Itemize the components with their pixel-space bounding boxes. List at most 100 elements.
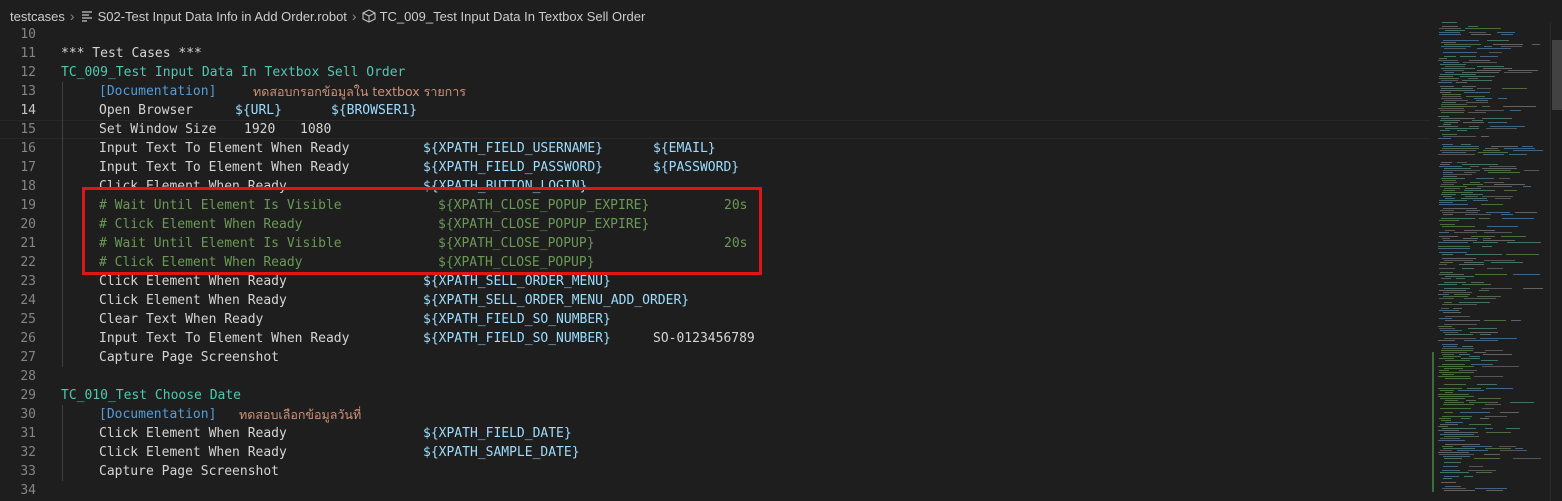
minimap-line <box>1459 354 1470 355</box>
minimap-line <box>1483 238 1491 239</box>
code-line[interactable]: 22 # Click Element When Ready ${XPATH_CLOS… <box>0 253 1430 272</box>
minimap-line <box>1484 454 1500 455</box>
code-line[interactable]: 14 Open Browser ${URL} ${BROWSER1} <box>0 101 1430 120</box>
minimap-line <box>1486 128 1517 129</box>
code-line[interactable]: 12 TC_009_Test Input Data In Textbox Sell… <box>0 63 1430 82</box>
code-line[interactable]: 27 Capture Page Screenshot <box>0 348 1430 367</box>
scrollbar-thumb[interactable] <box>1552 40 1562 110</box>
code-line[interactable]: 19 # Wait Until Element Is Visible ${XPATH… <box>0 196 1430 215</box>
minimap-line <box>1506 254 1539 255</box>
minimap-line <box>1441 68 1475 69</box>
minimap-line <box>1468 78 1478 79</box>
code-line[interactable]: 25 Clear Text When Ready ${XPATH_FIELD_SO_… <box>0 310 1430 329</box>
code-line[interactable]: 11 *** Test Cases *** <box>0 44 1430 63</box>
minimap-line <box>1441 46 1471 47</box>
code-line[interactable]: 10 <box>0 25 1430 44</box>
minimap-line <box>1438 60 1458 61</box>
minimap-line <box>1444 458 1462 459</box>
minimap-line <box>1444 338 1476 339</box>
code-line[interactable]: 23 Click Element When Ready ${XPATH_SELL_O… <box>0 272 1430 291</box>
minimap-line <box>1465 254 1502 255</box>
minimap-line <box>1439 78 1459 79</box>
keyword: Input Text To Element When Ready <box>99 331 350 346</box>
minimap-line <box>1458 390 1484 391</box>
minimap-line <box>1442 344 1458 345</box>
minimap-line <box>1440 272 1453 273</box>
code-line[interactable]: 34 <box>0 481 1430 500</box>
code-line[interactable]: 20 # Click Element When Ready ${XPATH_CLOS… <box>0 215 1430 234</box>
keyword-argument: ${XPATH_FIELD_DATE} <box>423 426 572 441</box>
line-number: 33 <box>20 464 36 479</box>
minimap-line <box>1438 138 1451 139</box>
minimap-line <box>1501 46 1522 47</box>
minimap-line <box>1487 40 1509 41</box>
minimap-line <box>1485 404 1501 405</box>
minimap-line <box>1474 98 1492 99</box>
code-line[interactable]: 21 # Wait Until Element Is Visible ${XPATH… <box>0 234 1430 253</box>
code-line[interactable]: 28 <box>0 367 1430 386</box>
code-line[interactable]: 26 Input Text To Element When Ready ${XPAT… <box>0 329 1430 348</box>
code-line[interactable]: 17 Input Text To Element When Ready ${XPAT… <box>0 158 1430 177</box>
keyword-argument: ${XPATH_FIELD_PASSWORD} <box>423 160 604 175</box>
test-case-name: TC_010_Test Choose Date <box>61 388 242 403</box>
keyword: Capture Page Screenshot <box>99 464 280 479</box>
minimap-line <box>1481 204 1503 205</box>
code-line[interactable]: 30 [Documentation] ทดสอบเลือกข้อมูลวันที่ <box>0 405 1430 424</box>
minimap-line <box>1441 308 1449 309</box>
minimap-line <box>1469 402 1498 403</box>
minimap-line <box>1444 302 1452 303</box>
minimap-line <box>1473 200 1488 201</box>
minimap-line <box>1442 364 1465 365</box>
minimap-line <box>1457 162 1467 163</box>
code-line[interactable]: 31 Click Element When Ready ${XPATH_FIELD_… <box>0 424 1430 443</box>
minimap-line <box>1444 168 1471 169</box>
line-number: 17 <box>20 160 36 175</box>
minimap-line <box>1468 112 1486 113</box>
code-line[interactable]: 16 Input Text To Element When Ready ${XPAT… <box>0 139 1430 158</box>
minimap-line <box>1482 246 1492 247</box>
minimap-line <box>1497 32 1515 33</box>
code-line[interactable]: 24 Click Element When Ready ${XPATH_SELL_O… <box>0 291 1430 310</box>
minimap-line <box>1438 246 1470 247</box>
minimap[interactable] <box>1432 22 1550 501</box>
keyword: Click Element When Ready <box>99 426 287 441</box>
code-line[interactable]: 33 Capture Page Screenshot <box>0 462 1430 481</box>
minimap-line <box>1445 72 1454 73</box>
minimap-line <box>1483 150 1500 151</box>
code-line[interactable]: 29 TC_010_Test Choose Date <box>0 386 1430 405</box>
minimap-line <box>1462 164 1498 165</box>
code-line[interactable]: 32 Click Element When Ready ${XPATH_SAMPLE… <box>0 443 1430 462</box>
minimap-line <box>1439 418 1451 419</box>
vertical-scrollbar[interactable] <box>1550 22 1562 501</box>
code-line[interactable]: 18 Click Element When Ready ${XPATH_BUTTON… <box>0 177 1430 196</box>
minimap-line <box>1442 258 1476 259</box>
minimap-line <box>1479 218 1490 219</box>
minimap-line <box>1470 182 1480 183</box>
minimap-line <box>1466 400 1476 401</box>
documentation-text: ทดสอบกรอกข้อมูลใน textbox รายการ <box>253 84 466 99</box>
code-line[interactable]: 15 Set Window Size 1920 1080 <box>0 120 1430 139</box>
minimap-line <box>1439 310 1459 311</box>
minimap-line <box>1464 172 1476 173</box>
minimap-line <box>1482 408 1494 409</box>
minimap-line <box>1486 388 1513 389</box>
minimap-line <box>1442 428 1476 429</box>
minimap-line <box>1440 64 1466 65</box>
minimap-line <box>1444 436 1479 437</box>
minimap-line <box>1470 332 1498 333</box>
minimap-line <box>1443 240 1477 241</box>
minimap-line <box>1513 458 1541 459</box>
minimap-line <box>1490 126 1525 127</box>
code-line[interactable]: 13 [Documentation] ทดสอบกรอกข้อมูลใน textb… <box>0 82 1430 101</box>
minimap-line <box>1457 130 1467 131</box>
line-number: 13 <box>20 84 36 99</box>
minimap-line <box>1438 340 1455 341</box>
minimap-line <box>1445 320 1480 321</box>
code-editor[interactable]: 10 11 *** Test Cases *** 12 TC_009_Test Inpu… <box>0 22 1430 501</box>
minimap-line <box>1468 26 1478 27</box>
minimap-line <box>1443 190 1455 191</box>
minimap-line <box>1440 450 1452 451</box>
minimap-line <box>1484 46 1492 47</box>
keyword-argument: ${BROWSER1} <box>331 103 418 118</box>
minimap-line <box>1523 288 1543 289</box>
